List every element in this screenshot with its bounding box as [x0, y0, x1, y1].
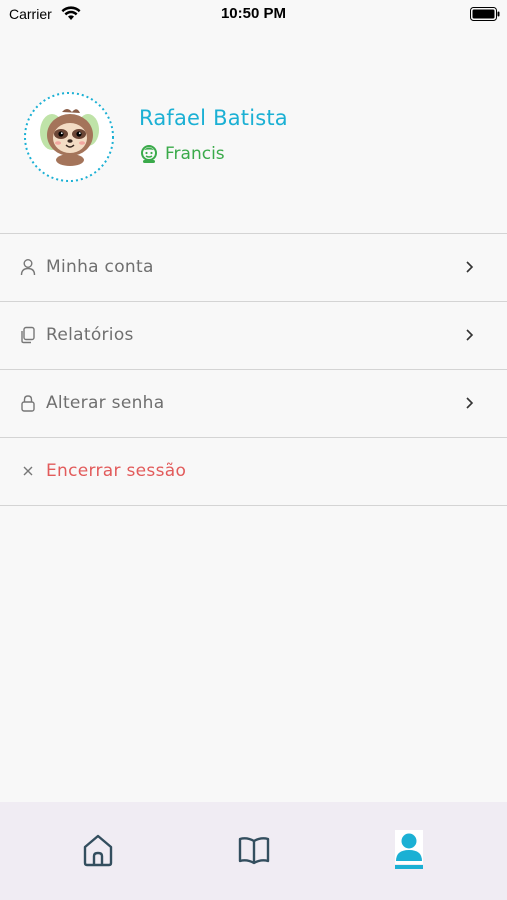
tab-profile[interactable]: [391, 830, 427, 870]
documents-icon: [21, 326, 35, 344]
status-time: 10:50 PM: [220, 5, 287, 22]
sloth-avatar[interactable]: [24, 92, 114, 182]
menu-item-my-account[interactable]: Minha conta: [0, 234, 507, 302]
profile-header: Rafael Batista Francis: [24, 92, 484, 182]
user-name: Rafael Batista: [139, 106, 288, 130]
home-icon: [83, 834, 113, 867]
menu-item-label: Alterar senha: [46, 393, 165, 413]
chevron-right-icon: [466, 397, 474, 409]
menu-item-label: Minha conta: [46, 257, 154, 277]
tab-bar: [0, 802, 507, 900]
menu-item-logout[interactable]: Encerrar sessão: [0, 438, 507, 506]
menu-item-label: Relatórios: [46, 325, 134, 345]
book-icon: [238, 837, 270, 865]
menu-item-reports[interactable]: Relatórios: [0, 302, 507, 370]
menu-item-label: Encerrar sessão: [46, 461, 187, 481]
close-icon: [23, 466, 33, 476]
status-bar: Carrier 10:50 PM: [0, 0, 507, 30]
user-icon: [20, 259, 36, 276]
baby-face-icon: [141, 145, 157, 163]
chevron-right-icon: [466, 261, 474, 273]
child-profile[interactable]: Francis: [139, 144, 225, 164]
settings-menu: Minha conta Relatórios Alterar senha Enc…: [0, 233, 507, 506]
tab-home[interactable]: [80, 830, 116, 870]
profile-icon: [395, 830, 423, 869]
battery-icon: [470, 7, 500, 21]
child-name: Francis: [165, 144, 225, 164]
chevron-right-icon: [466, 329, 474, 341]
lock-icon: [21, 395, 35, 412]
tab-book[interactable]: [236, 830, 272, 870]
menu-item-change-password[interactable]: Alterar senha: [0, 370, 507, 438]
